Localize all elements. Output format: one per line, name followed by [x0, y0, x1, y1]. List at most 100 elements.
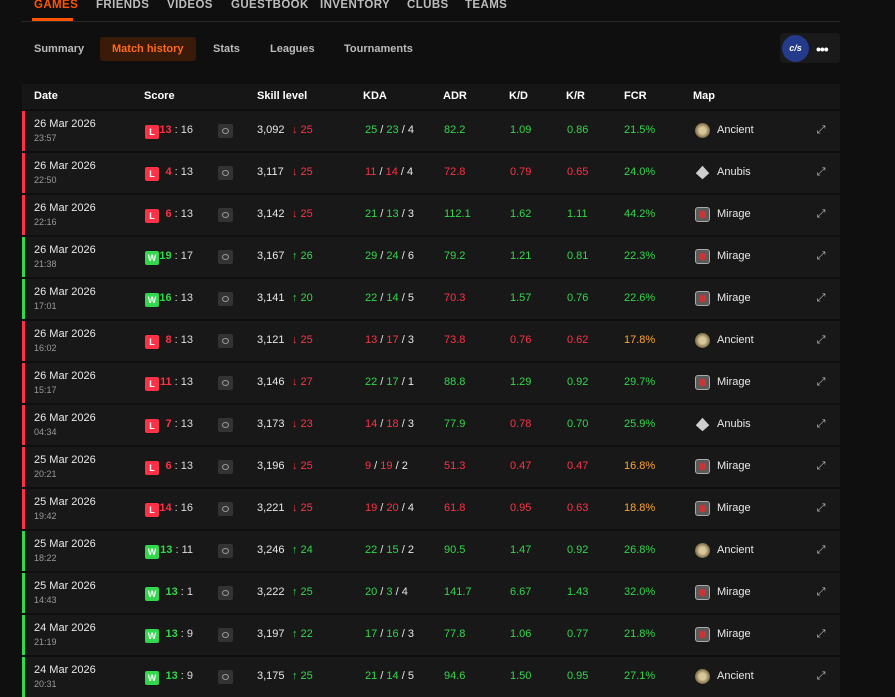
- kd-ratio: 0.79: [510, 166, 532, 178]
- fcr: 18.8%: [624, 502, 656, 514]
- opponent-score: 13: [180, 418, 193, 430]
- expand-icon[interactable]: ⤢: [815, 544, 827, 556]
- table-row[interactable]: 24 Mar 2026 20:31 W 13 : 9 3,175 ↑ 25 21 / 14 …: [22, 657, 840, 697]
- map-ancient-icon: [695, 333, 710, 348]
- match-date: 25 Mar 2026: [34, 454, 96, 466]
- expand-icon[interactable]: ⤢: [815, 166, 827, 178]
- tab-teams[interactable]: TEAMS: [465, 0, 507, 11]
- table-row[interactable]: 26 Mar 2026 17:01 W 16 : 13 3,141 ↑ 20 22 / 14…: [22, 279, 840, 319]
- watch-demo-icon[interactable]: [218, 460, 233, 474]
- match-score: 8 : 13: [153, 334, 193, 346]
- expand-icon[interactable]: ⤢: [815, 586, 827, 598]
- subtab-leagues[interactable]: Leagues: [258, 37, 327, 61]
- tab-clubs[interactable]: CLUBS: [407, 0, 449, 11]
- kda: 22 / 14 / 5: [365, 292, 414, 304]
- watch-demo-icon[interactable]: [218, 586, 233, 600]
- expand-icon[interactable]: ⤢: [815, 250, 827, 262]
- table-row[interactable]: 26 Mar 2026 15:17 L 11 : 13 3,146 ↓ 27 22 / 17…: [22, 363, 840, 403]
- tab-games[interactable]: GAMES: [34, 0, 78, 11]
- deaths: 24: [386, 250, 399, 262]
- skill-level: 3,196: [257, 460, 285, 472]
- deaths: 14: [385, 166, 398, 178]
- table-row[interactable]: 25 Mar 2026 18:22 W 13 : 11 3,246 ↑ 24 22 / 15…: [22, 531, 840, 571]
- match-date: 26 Mar 2026: [34, 286, 96, 298]
- watch-demo-icon[interactable]: [218, 292, 233, 306]
- tab-inventory[interactable]: INVENTORY: [320, 0, 390, 11]
- watch-demo-icon[interactable]: [218, 124, 233, 138]
- assists: 3: [407, 334, 414, 346]
- expand-icon[interactable]: ⤢: [815, 334, 827, 346]
- subtab-tournaments[interactable]: Tournaments: [332, 37, 425, 61]
- brand-logo-icon[interactable]: c/s: [782, 35, 809, 62]
- more-options-icon[interactable]: •••: [816, 41, 829, 57]
- kda: 29 / 24 / 6: [365, 250, 414, 262]
- expand-icon[interactable]: ⤢: [815, 628, 827, 640]
- skill-level: 3,121: [257, 334, 285, 346]
- table-row[interactable]: 26 Mar 2026 22:16 L 6 : 13 3,142 ↓ 25 21 / 13 …: [22, 195, 840, 235]
- kills: 11: [365, 166, 377, 178]
- kr-ratio: 0.92: [567, 376, 589, 388]
- watch-demo-icon[interactable]: [218, 208, 233, 222]
- table-row[interactable]: 25 Mar 2026 14:43 W 13 : 1 3,222 ↑ 25 20 / 3 /…: [22, 573, 840, 613]
- watch-demo-icon[interactable]: [218, 166, 233, 180]
- match-score: 13 : 11: [153, 544, 193, 556]
- table-row[interactable]: 26 Mar 2026 21:38 W 19 : 17 3,167 ↑ 26 29 / 24…: [22, 237, 840, 277]
- watch-demo-icon[interactable]: [218, 544, 233, 558]
- kda-separator: /: [371, 460, 381, 472]
- match-time: 22:50: [34, 175, 57, 185]
- header-map: Map: [693, 90, 715, 102]
- expand-icon[interactable]: ⤢: [815, 292, 827, 304]
- table-row[interactable]: 24 Mar 2026 21:19 W 13 : 9 3,197 ↑ 22 17 / 16 …: [22, 615, 840, 655]
- opponent-score: 9: [186, 628, 193, 640]
- map-ancient-icon: [695, 669, 710, 684]
- result-indicator: [22, 405, 25, 445]
- subtab-summary[interactable]: Summary: [22, 37, 96, 61]
- map-mirage-icon: [695, 501, 710, 516]
- expand-icon[interactable]: ⤢: [815, 208, 827, 220]
- map-name: Ancient: [717, 544, 754, 556]
- adr: 94.6: [444, 670, 466, 682]
- kda: 11 / 14 / 4: [365, 166, 413, 178]
- tab-friends[interactable]: FRIENDS: [96, 0, 149, 11]
- expand-icon[interactable]: ⤢: [815, 460, 827, 472]
- watch-demo-icon[interactable]: [218, 670, 233, 684]
- table-row[interactable]: 26 Mar 2026 16:02 L 8 : 13 3,121 ↓ 25 13 / 17 …: [22, 321, 840, 361]
- match-date: 24 Mar 2026: [34, 664, 96, 676]
- skill-change: ↓ 25: [292, 208, 313, 220]
- watch-demo-icon[interactable]: [218, 502, 233, 516]
- skill-level: 3,246: [257, 544, 285, 556]
- table-row[interactable]: 26 Mar 2026 22:50 L 4 : 13 3,117 ↓ 25 11 / 14 …: [22, 153, 840, 193]
- table-row[interactable]: 26 Mar 2026 23:57 L 13 : 16 3,092 ↓ 25 25 / 23…: [22, 111, 840, 151]
- fcr: 27.1%: [624, 670, 656, 682]
- match-date: 26 Mar 2026: [34, 118, 96, 130]
- watch-demo-icon[interactable]: [218, 376, 233, 390]
- table-row[interactable]: 25 Mar 2026 19:42 L 14 : 16 3,221 ↓ 25 19 / 20…: [22, 489, 840, 529]
- expand-icon[interactable]: ⤢: [815, 502, 827, 514]
- subtab-match-history[interactable]: Match history: [100, 37, 196, 61]
- expand-icon[interactable]: ⤢: [815, 418, 827, 430]
- map-anubis-icon: [695, 417, 710, 432]
- watch-demo-icon[interactable]: [218, 334, 233, 348]
- watch-demo-icon[interactable]: [218, 250, 233, 264]
- subtab-stats[interactable]: Stats: [201, 37, 252, 61]
- expand-icon[interactable]: ⤢: [815, 670, 827, 682]
- tab-videos[interactable]: VIDEOS: [167, 0, 213, 11]
- table-row[interactable]: 26 Mar 2026 04:34 L 7 : 13 3,173 ↓ 23 14 / 18 …: [22, 405, 840, 445]
- kda-separator: /: [398, 544, 408, 556]
- table-row[interactable]: 25 Mar 2026 20:21 L 6 : 13 3,196 ↓ 25 9 / 19 /…: [22, 447, 840, 487]
- match-score: 14 : 16: [153, 502, 193, 514]
- own-score: 14: [159, 502, 172, 514]
- score-separator: :: [177, 586, 187, 598]
- watch-demo-icon[interactable]: [218, 628, 233, 642]
- match-score: 16 : 13: [153, 292, 193, 304]
- watch-demo-icon[interactable]: [218, 418, 233, 432]
- skill-change: ↓ 25: [292, 166, 313, 178]
- kd-ratio: 1.47: [510, 544, 532, 556]
- kda-separator: /: [392, 586, 402, 598]
- expand-icon[interactable]: ⤢: [815, 124, 827, 136]
- fcr: 21.8%: [624, 628, 656, 640]
- match-score: 13 : 16: [153, 124, 193, 136]
- tab-guestbook[interactable]: GUESTBOOK: [231, 0, 309, 11]
- expand-icon[interactable]: ⤢: [815, 376, 827, 388]
- kda: 17 / 16 / 3: [365, 628, 414, 640]
